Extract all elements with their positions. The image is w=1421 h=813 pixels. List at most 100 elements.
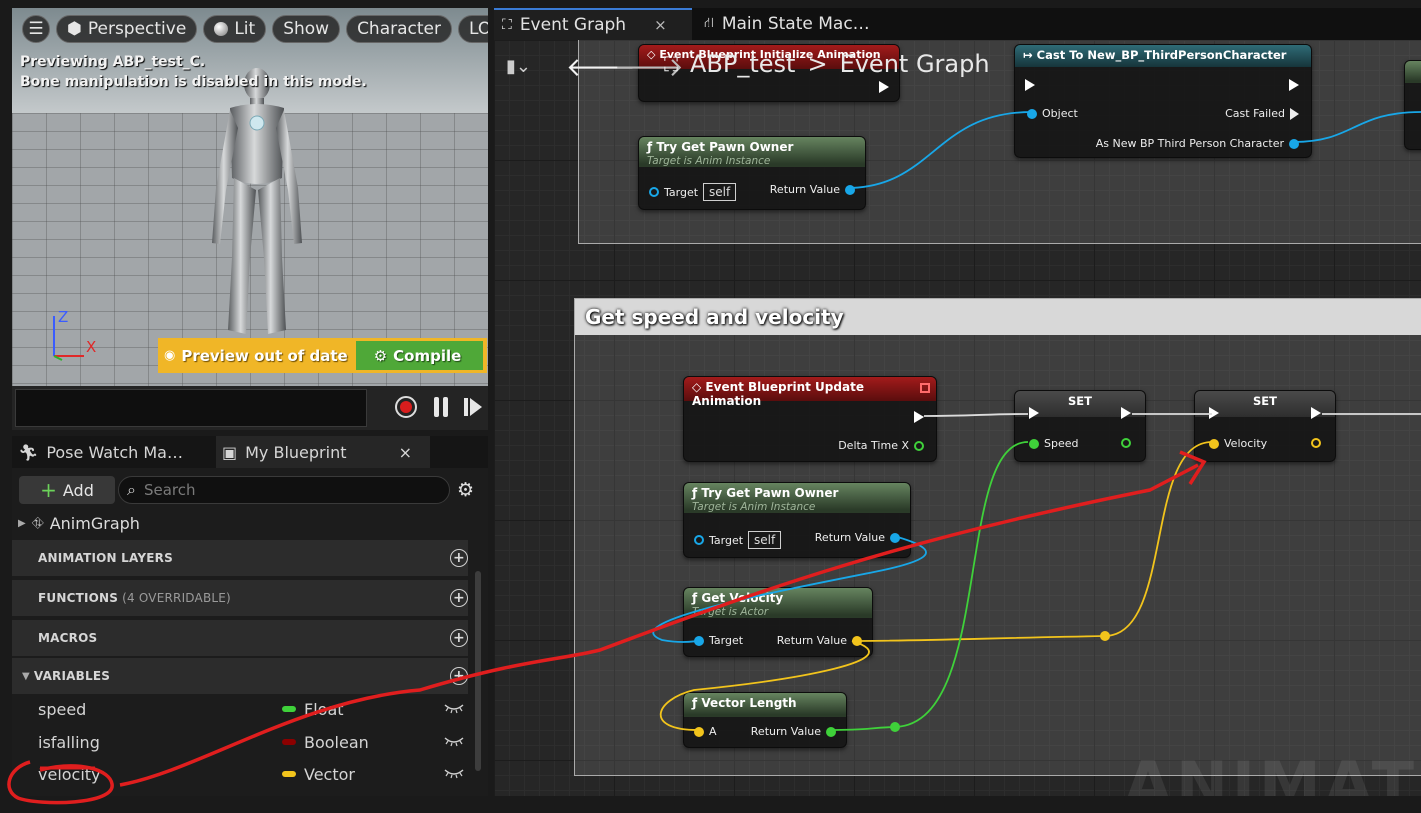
as-character-pin[interactable]: As New BP Third Person Character	[1096, 137, 1299, 150]
breadcrumb-root[interactable]: ABP_test	[690, 50, 795, 78]
node-set-speed[interactable]: SET Speed	[1014, 390, 1146, 462]
breadcrumb: ⛶ ABP_test > Event Graph	[664, 50, 990, 78]
float-type-pill	[282, 706, 296, 712]
return-value-pin[interactable]: Return Value	[815, 531, 900, 544]
function-icon: ƒ	[647, 140, 653, 154]
close-tab-button[interactable]: ×	[399, 443, 412, 462]
exec-out-pin[interactable]	[914, 411, 924, 423]
bookmark-icon[interactable]: ▮⌄	[506, 56, 531, 77]
return-value-pin[interactable]: Return Value	[777, 634, 862, 647]
chevron-right-icon: ▶	[18, 517, 26, 529]
exec-outline-icon	[1290, 107, 1299, 120]
perspective-button[interactable]: ⬢ Perspective	[56, 15, 198, 43]
return-value-pin[interactable]: Return Value	[770, 183, 855, 196]
add-function-button[interactable]: +	[450, 589, 468, 607]
closed-eye-icon[interactable]	[444, 767, 464, 779]
settings-button[interactable]: ⚙	[457, 480, 477, 500]
step-forward-button[interactable]	[460, 394, 486, 420]
functions-overridable-count: (4 OVERRIDABLE)	[122, 591, 231, 605]
section-functions[interactable]: FUNCTIONS (4 OVERRIDABLE) +	[12, 580, 468, 616]
search-placeholder: Search	[143, 481, 196, 499]
velocity-input-pin[interactable]: Velocity	[1209, 437, 1267, 450]
target-pin[interactable]: Target self	[694, 531, 782, 549]
self-input[interactable]: self	[748, 531, 782, 549]
section-variables[interactable]: ▼ VARIABLES +	[12, 658, 468, 694]
node-try-get-pawn-owner-2[interactable]: ƒ Try Get Pawn Owner Target is Anim Inst…	[683, 482, 911, 558]
pin-label: Return Value	[769, 183, 840, 196]
node-title: Try Get Pawn Owner	[701, 486, 839, 500]
node-header: ◇ Event Blueprint Update Animation	[684, 377, 936, 408]
axis-z-label: Z	[58, 308, 69, 326]
recording-field[interactable]	[15, 389, 367, 427]
closed-eye-icon[interactable]	[444, 702, 464, 714]
tab-pose-watch[interactable]: 🏃︎ Pose Watch Ma…	[12, 436, 212, 468]
variable-row-velocity[interactable]: velocity Vector	[12, 759, 468, 789]
speed-output-pin[interactable]	[1121, 438, 1131, 448]
pin-label: Return Value	[750, 725, 821, 738]
node-event-update-animation[interactable]: ◇ Event Blueprint Update Animation Delta…	[683, 376, 937, 462]
tab-main-state-machine-label: Main State Mac…	[721, 14, 870, 34]
exec-out-pin[interactable]	[1311, 407, 1321, 419]
character-button[interactable]: Character	[346, 15, 452, 43]
speed-input-pin[interactable]: Speed	[1029, 437, 1078, 450]
anim-graph-item[interactable]: ▶ ⛗ AnimGraph	[18, 512, 140, 534]
node-header: ƒ Vector Length	[684, 693, 846, 717]
tab-event-graph[interactable]: ⛶ Event Graph ×	[494, 8, 692, 40]
variable-row-speed[interactable]: speed Float	[12, 694, 468, 724]
panel-scrollbar[interactable]	[475, 571, 481, 771]
lod-button[interactable]: LOD	[458, 15, 488, 43]
section-macros[interactable]: MACROS +	[12, 620, 468, 656]
tab-main-state-machine[interactable]: ⛙ Main State Mac…	[696, 8, 896, 40]
exec-out-pin[interactable]	[1121, 407, 1131, 419]
record-button[interactable]	[393, 394, 419, 420]
search-input[interactable]: ⌕ Search	[118, 476, 450, 504]
variable-type: Vector	[304, 764, 355, 784]
event-graph-canvas[interactable]: ▮⌄ 🡐 🡒 ⛶ ABP_test > Event Graph ◇ Event …	[494, 40, 1421, 796]
compile-button[interactable]: ⚙ Compile	[355, 341, 484, 370]
axis-gizmo	[53, 316, 84, 361]
chevron-down-icon: ▼	[22, 670, 30, 682]
node-set-velocity[interactable]: SET Velocity	[1194, 390, 1336, 462]
return-value-pin[interactable]: Return Value	[751, 725, 836, 738]
closed-eye-icon[interactable]	[444, 735, 464, 747]
self-input[interactable]: self	[703, 183, 737, 201]
close-tab-button[interactable]: ×	[654, 16, 667, 34]
target-pin[interactable]: Target	[694, 634, 743, 647]
node-vector-length[interactable]: ƒ Vector Length A Return Value	[683, 692, 847, 748]
exec-in-pin[interactable]	[1029, 407, 1039, 419]
pin-label: Target	[709, 533, 744, 547]
function-icon: ƒ	[692, 486, 698, 500]
viewport-toolbar: ☰ ⬢ Perspective Lit Show Character LOD	[12, 14, 488, 44]
lit-button[interactable]: Lit	[203, 15, 267, 43]
node-get-velocity[interactable]: ƒ Get Velocity Target is Actor Target Re…	[683, 587, 873, 657]
pause-button[interactable]	[428, 394, 454, 420]
object-pin[interactable]: Object	[1027, 107, 1078, 120]
state-machine-icon: ⛙	[704, 15, 714, 31]
preview-viewport[interactable]: ☰ ⬢ Perspective Lit Show Character LOD P…	[12, 8, 488, 386]
section-animation-layers[interactable]: ANIMATION LAYERS +	[12, 540, 468, 576]
tab-my-blueprint[interactable]: ▣ My Blueprint ×	[216, 436, 430, 468]
step-forward-icon	[464, 398, 482, 416]
show-button[interactable]: Show	[272, 15, 341, 43]
target-pin[interactable]: Target self	[649, 183, 737, 201]
gear-icon: ⚙	[373, 346, 388, 365]
add-variable-button[interactable]: +	[450, 667, 468, 685]
exec-in-pin[interactable]	[1209, 407, 1219, 419]
add-button[interactable]: + Add	[19, 476, 115, 504]
pin-label: Speed	[1044, 437, 1079, 450]
delta-time-pin[interactable]: Delta Time X	[838, 439, 924, 452]
add-macro-button[interactable]: +	[450, 629, 468, 647]
comment-title[interactable]: Get speed and velocity	[575, 299, 1421, 335]
add-animation-layer-button[interactable]: +	[450, 549, 468, 567]
a-pin[interactable]: A	[694, 725, 717, 738]
velocity-output-pin[interactable]	[1311, 438, 1321, 448]
tab-my-blueprint-label: My Blueprint	[245, 442, 347, 462]
my-blueprint-panel: 🏃︎ Pose Watch Ma… ▣ My Blueprint × + Add…	[12, 436, 488, 796]
viewport-menu-button[interactable]: ☰	[22, 15, 50, 43]
cast-failed-pin[interactable]: Cast Failed	[1225, 107, 1299, 120]
anim-graph-label: AnimGraph	[49, 513, 140, 533]
variable-type: Float	[304, 699, 344, 719]
node-try-get-pawn-owner[interactable]: ƒ Try Get Pawn Owner Target is Anim Inst…	[638, 136, 866, 210]
variable-row-isfalling[interactable]: isfalling Boolean	[12, 727, 468, 757]
character-label: Character	[357, 19, 441, 39]
